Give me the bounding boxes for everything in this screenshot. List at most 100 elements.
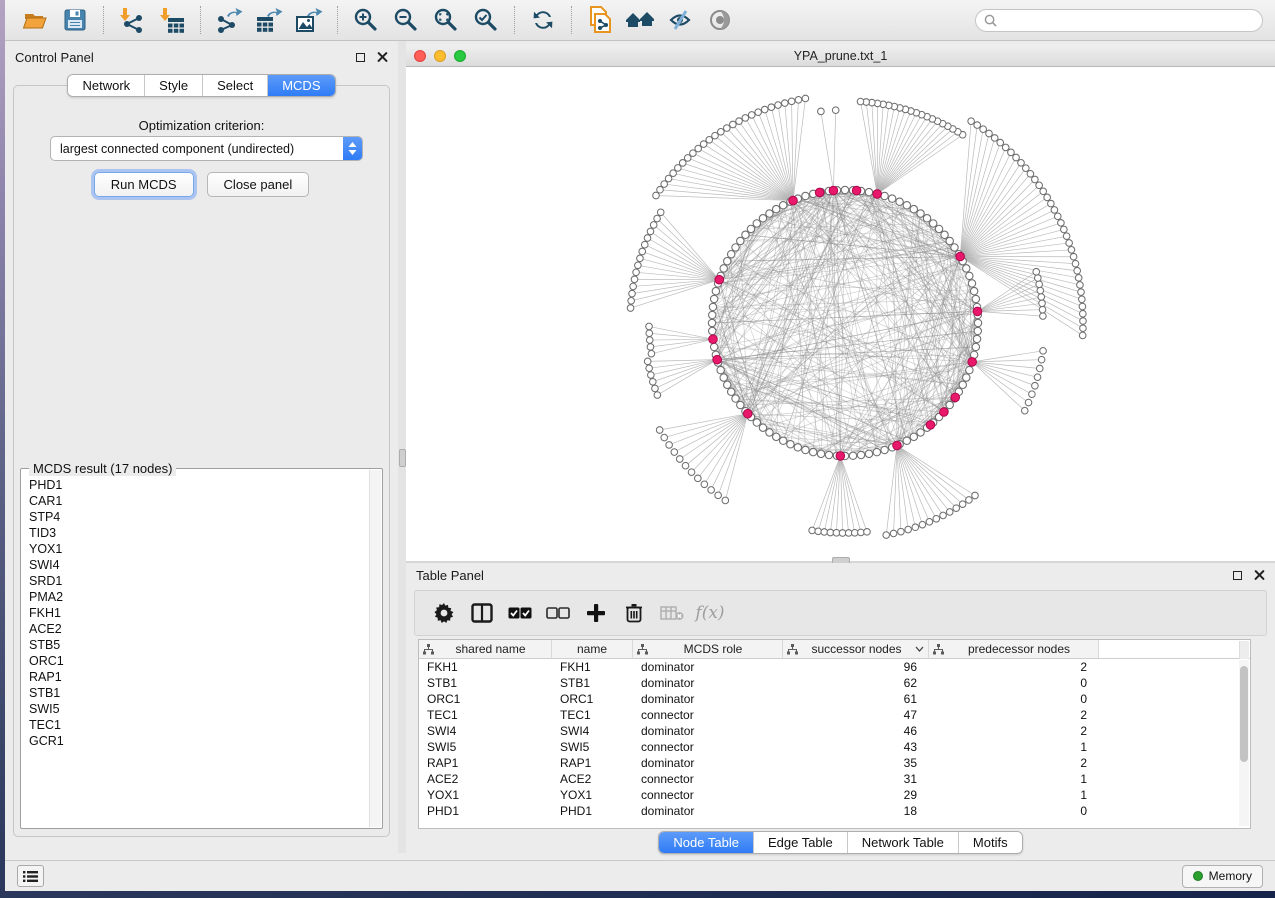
delete-column-icon[interactable] bbox=[615, 595, 653, 631]
table-cell: 18 bbox=[783, 803, 929, 819]
list-item[interactable]: ORC1 bbox=[22, 653, 369, 669]
table-toolbar: f(x) bbox=[414, 590, 1267, 636]
float-window-icon[interactable] bbox=[1233, 571, 1242, 580]
browser-home-icon[interactable] bbox=[625, 5, 655, 35]
mcds-list-scrollbar[interactable] bbox=[369, 470, 381, 827]
table-settings-gear-icon[interactable] bbox=[425, 595, 463, 631]
table-row[interactable]: STB1STB1dominator620 bbox=[419, 675, 1250, 691]
table-cell: 0 bbox=[929, 691, 1099, 707]
close-panel-icon[interactable] bbox=[377, 52, 388, 63]
table-cell: connector bbox=[633, 707, 783, 723]
control-panel-tabs: Network Style Select MCDS bbox=[5, 74, 398, 97]
tab-mcds[interactable]: MCDS bbox=[267, 75, 334, 96]
table-row[interactable]: TEC1TEC1connector472 bbox=[419, 707, 1250, 723]
list-item[interactable]: FKH1 bbox=[22, 605, 369, 621]
table-scrollbar[interactable] bbox=[1239, 660, 1249, 826]
list-item[interactable]: TEC1 bbox=[22, 717, 369, 733]
export-image-icon[interactable] bbox=[294, 5, 324, 35]
table-cell: dominator bbox=[633, 803, 783, 819]
import-network-icon[interactable] bbox=[117, 5, 147, 35]
run-mcds-button[interactable]: Run MCDS bbox=[94, 172, 194, 197]
list-item[interactable]: RAP1 bbox=[22, 669, 369, 685]
divider-handle[interactable] bbox=[399, 449, 406, 467]
network-canvas[interactable] bbox=[406, 67, 1275, 561]
tab-network[interactable]: Network bbox=[68, 75, 144, 96]
list-item[interactable]: PMA2 bbox=[22, 589, 369, 605]
hide-graphics-details-icon[interactable] bbox=[665, 5, 695, 35]
column-header-predecessor-nodes[interactable]: predecessor nodes bbox=[929, 640, 1099, 658]
close-panel-icon[interactable] bbox=[1254, 570, 1265, 581]
scrollbar-thumb[interactable] bbox=[1240, 666, 1248, 762]
column-header-mcds-role[interactable]: MCDS role bbox=[633, 640, 783, 658]
table-row[interactable]: SWI5SWI5connector431 bbox=[419, 739, 1250, 755]
table-cell: 0 bbox=[929, 803, 1099, 819]
table-cell: dominator bbox=[633, 723, 783, 739]
table-cell-filler bbox=[1099, 659, 1250, 675]
zoom-out-icon[interactable] bbox=[391, 5, 421, 35]
selected-criterion: largest connected component (undirected) bbox=[51, 142, 343, 156]
list-item[interactable]: STB1 bbox=[22, 685, 369, 701]
main-toolbar bbox=[5, 0, 1275, 41]
table-row[interactable]: FKH1FKH1dominator962 bbox=[419, 659, 1250, 675]
list-item[interactable]: GCR1 bbox=[22, 733, 369, 749]
table-row[interactable]: YOX1YOX1connector291 bbox=[419, 787, 1250, 803]
tab-node-table[interactable]: Node Table bbox=[659, 832, 753, 853]
list-item[interactable]: PHD1 bbox=[22, 477, 369, 493]
list-item[interactable]: CAR1 bbox=[22, 493, 369, 509]
table-cell: ACE2 bbox=[552, 771, 633, 787]
import-table-icon[interactable] bbox=[157, 5, 187, 35]
table-scroll-corner bbox=[1239, 641, 1249, 659]
tab-edge-table[interactable]: Edge Table bbox=[753, 832, 847, 853]
list-item[interactable]: TID3 bbox=[22, 525, 369, 541]
zoom-fit-icon[interactable] bbox=[431, 5, 461, 35]
memory-button[interactable]: Memory bbox=[1182, 865, 1263, 888]
list-item[interactable]: YOX1 bbox=[22, 541, 369, 557]
attribute-icon bbox=[423, 644, 434, 655]
search-input[interactable] bbox=[1002, 13, 1254, 27]
list-item[interactable]: STB5 bbox=[22, 637, 369, 653]
open-session-icon[interactable] bbox=[20, 5, 50, 35]
optimization-criterion-select[interactable]: largest connected component (undirected) bbox=[50, 136, 363, 161]
table-row[interactable]: ACE2ACE2connector311 bbox=[419, 771, 1250, 787]
chevron-down-icon bbox=[915, 646, 924, 652]
table-row[interactable]: ORC1ORC1dominator610 bbox=[419, 691, 1250, 707]
refresh-icon[interactable] bbox=[528, 5, 558, 35]
export-table-icon[interactable] bbox=[254, 5, 284, 35]
list-item[interactable]: STP4 bbox=[22, 509, 369, 525]
clone-network-icon[interactable] bbox=[585, 5, 615, 35]
table-cell-filler bbox=[1099, 771, 1250, 787]
table-cell: TEC1 bbox=[419, 707, 552, 723]
select-all-icon[interactable] bbox=[501, 595, 539, 631]
desktop: Control Panel Network Style Select MCDS … bbox=[0, 0, 1275, 898]
close-panel-button[interactable]: Close panel bbox=[207, 172, 310, 197]
deselect-all-icon[interactable] bbox=[539, 595, 577, 631]
table-row[interactable]: RAP1RAP1dominator352 bbox=[419, 755, 1250, 771]
tab-network-table[interactable]: Network Table bbox=[847, 832, 958, 853]
add-column-icon[interactable] bbox=[577, 595, 615, 631]
split-divider-vertical[interactable] bbox=[398, 41, 406, 853]
column-header-successor-nodes[interactable]: successor nodes bbox=[783, 640, 929, 658]
zoom-selected-icon[interactable] bbox=[471, 5, 501, 35]
export-network-icon[interactable] bbox=[214, 5, 244, 35]
show-columns-icon[interactable] bbox=[463, 595, 501, 631]
tab-select[interactable]: Select bbox=[202, 75, 267, 96]
table-cell-filler bbox=[1099, 691, 1250, 707]
show-graphics-details-icon[interactable] bbox=[705, 5, 735, 35]
save-session-icon[interactable] bbox=[60, 5, 90, 35]
tab-motifs[interactable]: Motifs bbox=[958, 832, 1022, 853]
mcds-result-box: MCDS result (17 nodes) PHD1CAR1STP4TID3Y… bbox=[20, 468, 383, 829]
list-item[interactable]: ACE2 bbox=[22, 621, 369, 637]
list-item[interactable]: SWI5 bbox=[22, 701, 369, 717]
zoom-in-icon[interactable] bbox=[351, 5, 381, 35]
float-window-icon[interactable] bbox=[356, 53, 365, 62]
column-header-name[interactable]: name bbox=[552, 640, 633, 658]
table-row[interactable]: PHD1PHD1dominator180 bbox=[419, 803, 1250, 819]
list-item[interactable]: SWI4 bbox=[22, 557, 369, 573]
table-row[interactable]: SWI4SWI4dominator462 bbox=[419, 723, 1250, 739]
delete-table-icon-disabled bbox=[653, 595, 691, 631]
table-panel-header: Table Panel bbox=[406, 563, 1275, 587]
column-header-shared-name[interactable]: shared name bbox=[419, 640, 552, 658]
task-history-button[interactable] bbox=[17, 865, 44, 887]
list-item[interactable]: SRD1 bbox=[22, 573, 369, 589]
tab-style[interactable]: Style bbox=[144, 75, 202, 96]
